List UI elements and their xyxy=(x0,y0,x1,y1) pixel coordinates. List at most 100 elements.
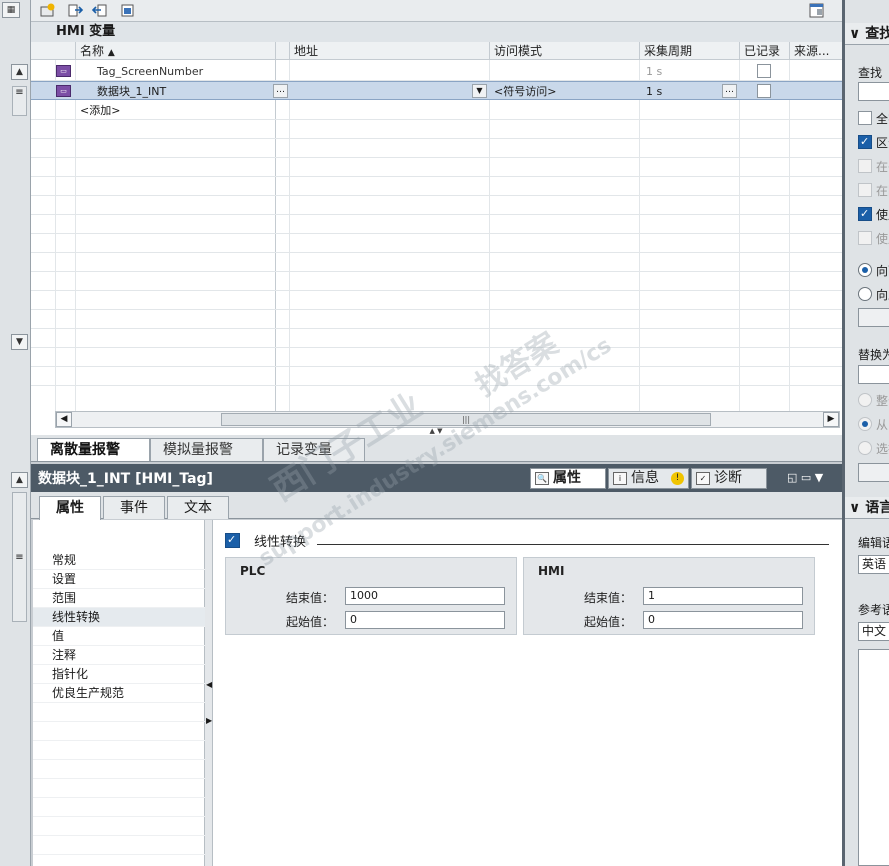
linear-scaling-checkbox[interactable] xyxy=(225,533,240,548)
collapse-left-icon[interactable]: ◀ xyxy=(206,680,212,689)
empty-row xyxy=(31,139,842,158)
scroll-thumb-2[interactable]: ≡ xyxy=(12,492,27,622)
column-header-name[interactable]: 名称 ▲ xyxy=(75,42,275,60)
nav-item-comment[interactable]: 注释 xyxy=(33,646,205,665)
nav-item-empty xyxy=(33,760,205,779)
replace-selection-radio[interactable] xyxy=(858,441,872,455)
scroll-down-button[interactable]: ▼ xyxy=(11,334,28,350)
scroll-up-button-2[interactable]: ▲ xyxy=(11,472,28,488)
subtab-texts[interactable]: 文本 xyxy=(167,496,229,519)
tab-label: 属性 xyxy=(553,470,581,486)
nav-item-settings[interactable]: 设置 xyxy=(33,570,205,589)
magnifier-icon: 🔍 xyxy=(535,472,549,485)
reference-language-select[interactable]: 中文 xyxy=(858,622,889,641)
tag-access-mode[interactable]: <符号访问> xyxy=(491,82,631,101)
tag-cycle[interactable]: 1 s xyxy=(643,62,733,81)
nav-splitter[interactable]: ◀ ▶ xyxy=(205,520,213,866)
search-down-radio[interactable] xyxy=(858,263,872,277)
languages-header[interactable]: ∨ 语言 xyxy=(845,497,889,519)
access-mode-dropdown[interactable]: ▼ xyxy=(472,84,487,98)
export-icon[interactable] xyxy=(67,2,84,19)
language-list[interactable] xyxy=(858,649,889,866)
column-header-logged[interactable]: 已记录 xyxy=(739,42,789,60)
column-header-address[interactable]: 地址 xyxy=(289,42,489,60)
nav-item-pointer[interactable]: 指针化 xyxy=(33,665,205,684)
nav-item-empty xyxy=(33,779,205,798)
nav-item-values[interactable]: 值 xyxy=(33,627,205,646)
hmi-section: HMI 结束值： 1 起始值： 0 xyxy=(523,557,815,635)
plc-end-value-input[interactable]: 1000 xyxy=(345,587,505,605)
scroll-thumb[interactable]: ≡ xyxy=(12,86,27,116)
expand-right-icon[interactable]: ▶ xyxy=(206,716,212,725)
info-icon: i xyxy=(613,472,627,485)
edit-language-label: 编辑语 xyxy=(858,536,889,550)
column-header-cycle[interactable]: 采集周期 xyxy=(639,42,739,60)
inspector-header: 数据块_1_INT [HMI_Tag] 🔍 属性 i 信息 ! ✓ 诊断 ◱ ▭ ▼ xyxy=(31,464,842,492)
use-regex-checkbox[interactable] xyxy=(858,231,872,245)
tree-icon[interactable]: ▦ xyxy=(2,2,20,18)
add-row[interactable]: <添加> xyxy=(31,101,842,120)
window-controls-icon[interactable]: ◱ ▭ ▼ xyxy=(787,471,823,484)
add-tag-icon[interactable] xyxy=(39,2,56,19)
cycle-more-button[interactable]: … xyxy=(722,84,737,98)
replace-all-radio[interactable] xyxy=(858,393,872,407)
find-button[interactable] xyxy=(858,308,889,327)
use-wildcards-checkbox[interactable] xyxy=(858,207,872,221)
tab-analog-alarms[interactable]: 模拟量报警 xyxy=(150,438,263,461)
header-spacer xyxy=(55,42,75,60)
find-input[interactable] xyxy=(858,82,889,101)
plc-start-value-input[interactable]: 0 xyxy=(345,611,505,629)
search-down-label: 向下 xyxy=(876,264,889,278)
whole-word-checkbox[interactable] xyxy=(858,111,872,125)
hmi-end-value-input[interactable]: 1 xyxy=(643,587,803,605)
table-row[interactable]: ▭ Tag_ScreenNumber 1 s xyxy=(31,62,842,81)
nav-item-range[interactable]: 范围 xyxy=(33,589,205,608)
find-replace-header[interactable]: ∨ 查找 xyxy=(845,23,889,45)
nav-item-linear-scaling[interactable]: 线性转换 xyxy=(33,608,205,627)
tab-info[interactable]: i 信息 ! xyxy=(608,468,689,489)
tab-diagnostics[interactable]: ✓ 诊断 xyxy=(691,468,767,489)
replace-from-current-radio[interactable] xyxy=(858,417,872,431)
table-row-selected[interactable]: ▭ 数据块_1_INT … ▼ <符号访问> 1 s … xyxy=(31,81,842,100)
tab-label: 诊断 xyxy=(714,470,742,486)
tab-discrete-alarms[interactable]: 离散量报警 xyxy=(37,438,150,461)
chevron-down-icon: ∨ xyxy=(849,26,866,42)
settings-tag-icon[interactable] xyxy=(119,2,136,19)
tab-properties[interactable]: 🔍 属性 xyxy=(530,468,606,489)
replace-from-current-label: 从当 xyxy=(876,418,889,432)
nav-item-gmp[interactable]: 优良生产规范 xyxy=(33,684,205,703)
replace-input[interactable] xyxy=(858,365,889,384)
scroll-right-button[interactable]: ▶ xyxy=(823,412,839,427)
horizontal-scrollbar[interactable]: ◀ ||| ▶ xyxy=(55,411,840,428)
replace-button[interactable] xyxy=(858,463,889,482)
scroll-left-button[interactable]: ◀ xyxy=(56,412,72,427)
subtab-events[interactable]: 事件 xyxy=(103,496,165,519)
import-icon[interactable] xyxy=(91,2,108,19)
add-tag-link[interactable]: <添加> xyxy=(77,101,257,120)
column-header-source[interactable]: 来源... xyxy=(789,42,842,60)
in-substructures-checkbox[interactable] xyxy=(858,159,872,173)
logged-checkbox[interactable] xyxy=(757,84,771,98)
column-header-access-mode[interactable]: 访问模式 xyxy=(489,42,639,60)
tag-cycle[interactable]: 1 s xyxy=(643,82,723,101)
window-layout-icon[interactable] xyxy=(808,2,825,19)
nav-item-general[interactable]: 常规 xyxy=(33,551,205,570)
use-regex-label: 使用 xyxy=(876,232,889,246)
subtab-properties[interactable]: 属性 xyxy=(39,496,101,520)
logged-checkbox[interactable] xyxy=(757,64,771,78)
property-nav: 常规 设置 范围 线性转换 值 注释 指针化 优良生产规范 xyxy=(33,520,205,866)
find-replace-panel: ∨ 查找 查找 全字 区分 在子 在隐 使用 使用 向下 向上 替换为 整个 从… xyxy=(842,0,889,866)
hmi-tags-panel: HMI 变量 名称 ▲ 地址 访问模式 采集周期 已记录 来源... ▭ Tag… xyxy=(31,22,842,435)
tag-name[interactable]: 数据块_1_INT xyxy=(94,82,254,101)
hmi-start-label: 起始值： xyxy=(584,615,633,629)
match-case-checkbox[interactable] xyxy=(858,135,872,149)
empty-row xyxy=(31,348,842,367)
empty-row xyxy=(31,120,842,139)
in-hidden-checkbox[interactable] xyxy=(858,183,872,197)
name-more-button[interactable]: … xyxy=(273,84,288,98)
tag-name[interactable]: Tag_ScreenNumber xyxy=(94,62,274,81)
scroll-up-button[interactable]: ▲ xyxy=(11,64,28,80)
hmi-start-value-input[interactable]: 0 xyxy=(643,611,803,629)
search-up-radio[interactable] xyxy=(858,287,872,301)
edit-language-select[interactable]: 英语 xyxy=(858,555,889,574)
